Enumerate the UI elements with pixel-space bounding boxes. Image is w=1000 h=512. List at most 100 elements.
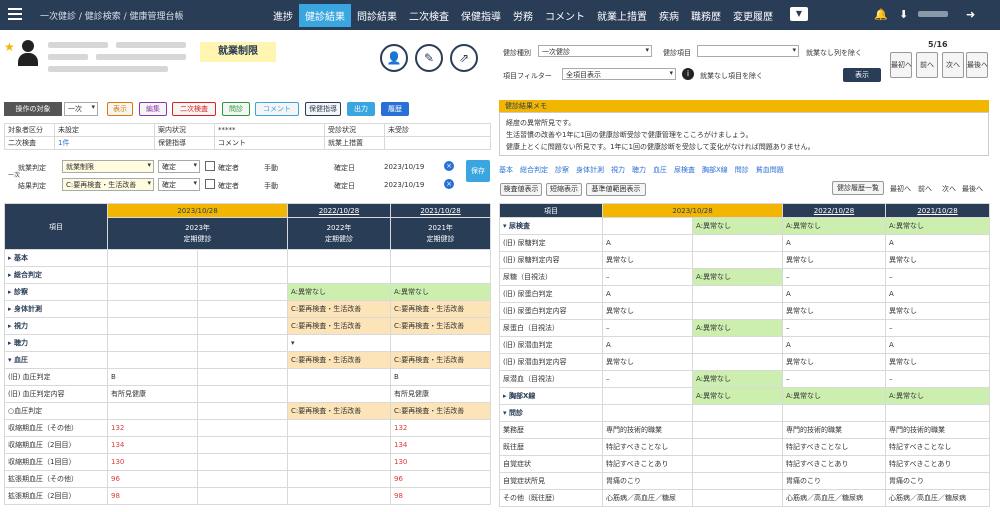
row-label[interactable]: (旧) 尿糖判定内容 xyxy=(499,251,603,269)
toolbar-view-button[interactable]: 表示 xyxy=(107,102,133,116)
confirm-date[interactable]: 2023/10/19 xyxy=(384,181,424,189)
toolbar-secondary-button[interactable]: 二次検査 xyxy=(172,102,216,116)
breadcrumb[interactable]: 一次健診 / 健診検索 / 健康管理台帳 xyxy=(40,9,184,22)
row-label[interactable]: ▸ 胸部X線 xyxy=(499,387,603,405)
nav-comment[interactable]: コメント xyxy=(539,4,591,27)
reference-range-button[interactable]: 基準値範囲表示 xyxy=(586,183,646,196)
toolbar-edit-button[interactable]: 編集 xyxy=(139,102,167,116)
row-label[interactable]: (旧) 尿蛋白判定内容 xyxy=(499,302,603,320)
item-link[interactable]: 視力 xyxy=(611,166,625,174)
row-label[interactable]: 自覚症状所見 xyxy=(499,472,603,490)
info-cell[interactable]: 未受診 xyxy=(384,123,491,137)
nav-progress[interactable]: 進捗 xyxy=(267,4,299,27)
open-external-icon[interactable]: ⇗ xyxy=(450,44,478,72)
date-header[interactable]: 2022/10/28 xyxy=(782,203,887,218)
table-last-link[interactable]: 最後へ xyxy=(962,184,983,194)
item-link[interactable]: 総合判定 xyxy=(520,166,548,174)
confirmer-checkbox[interactable] xyxy=(205,161,215,171)
result-judgement-select[interactable]: C:要再検査・生活改善 xyxy=(62,178,154,191)
favorite-star-icon[interactable]: ★ xyxy=(4,40,15,54)
nav-job-history[interactable]: 職務歴 xyxy=(685,4,727,27)
row-label[interactable]: ○血圧判定 xyxy=(4,402,108,420)
row-label[interactable]: (旧) 尿糖判定 xyxy=(499,234,603,252)
prev-button[interactable]: 前へ xyxy=(916,52,938,78)
item-link[interactable]: 聴力 xyxy=(632,166,646,174)
exam-history-button[interactable]: 健診履歴一覧 xyxy=(832,181,884,195)
row-label[interactable]: 収縮期血圧（1回目） xyxy=(4,453,108,471)
info-cell[interactable]: 未設定 xyxy=(54,123,155,137)
date-header[interactable]: 2023/10/28 xyxy=(601,203,784,218)
exam-category-select[interactable] xyxy=(697,45,799,57)
nav-interview[interactable]: 問診結果 xyxy=(351,4,403,27)
row-label[interactable]: (旧) 尿潜血判定内容 xyxy=(499,353,603,371)
row-label[interactable]: ▸ 聴力 xyxy=(4,334,108,352)
row-label[interactable]: 自覚症状 xyxy=(499,455,603,473)
date-header[interactable]: 2023/10/28 xyxy=(106,203,289,218)
bell-icon[interactable]: 🔔 xyxy=(874,8,888,21)
exclude-noitem-checkbox[interactable]: 就業なし項目を除く xyxy=(700,71,763,81)
first-button[interactable]: 最初へ xyxy=(890,52,912,78)
row-label[interactable]: ▸ 基本 xyxy=(4,249,108,267)
row-label[interactable]: その他（既往歴） xyxy=(499,489,603,507)
row-label[interactable]: ▸ 診察 xyxy=(4,283,108,301)
table-first-link[interactable]: 最初へ xyxy=(890,184,911,194)
row-label[interactable]: ▾ 血圧 xyxy=(4,351,108,369)
nav-health-guidance[interactable]: 保健指導 xyxy=(455,4,507,27)
toolbar-comment-button[interactable]: コメント xyxy=(255,102,299,116)
nav-labor[interactable]: 労務 xyxy=(507,4,539,27)
row-label[interactable]: (旧) 血圧判定内容 xyxy=(4,385,108,403)
toolbar-guidance-button[interactable]: 保健指導 xyxy=(305,102,341,116)
row-label[interactable]: ▾ 尿検査 xyxy=(499,217,603,235)
info-cell[interactable]: 1件 xyxy=(54,136,155,150)
show-button[interactable]: 表示 xyxy=(843,68,881,82)
toolbar-output-button[interactable]: 出力 xyxy=(347,102,375,116)
work-judgement-select[interactable]: 就業制限 xyxy=(62,160,154,173)
item-link[interactable]: 基本 xyxy=(499,166,513,174)
row-label[interactable]: 尿糖（目視法） xyxy=(499,268,603,286)
item-link[interactable]: 診察 xyxy=(555,166,569,174)
show-values-button[interactable]: 検査値表示 xyxy=(500,183,542,196)
user-name[interactable] xyxy=(918,11,948,17)
edit-icon[interactable]: ✎ xyxy=(415,44,443,72)
info-icon[interactable]: i xyxy=(682,68,694,80)
row-label[interactable]: (旧) 血圧判定 xyxy=(4,368,108,386)
download-icon[interactable]: ⬇ xyxy=(899,8,908,21)
row-label[interactable]: ▸ 視力 xyxy=(4,317,108,335)
table-next-link[interactable]: 次へ xyxy=(942,184,956,194)
nav-toggle-icon[interactable]: ▼ xyxy=(790,7,808,21)
result-status-select[interactable]: 確定 xyxy=(158,178,200,191)
confirmer-checkbox[interactable] xyxy=(205,179,215,189)
row-label[interactable]: 尿蛋白（目視法） xyxy=(499,319,603,337)
nav-exam-results[interactable]: 健診結果 xyxy=(299,4,351,27)
item-link[interactable]: 問診 xyxy=(735,166,749,174)
date-header[interactable]: 2021/10/28 xyxy=(390,203,492,218)
clear-date-icon[interactable]: × xyxy=(444,161,454,171)
row-label[interactable]: 収縮期血圧（2回目） xyxy=(4,436,108,454)
menu-icon[interactable] xyxy=(8,8,22,20)
nav-change-history[interactable]: 変更履歴 xyxy=(727,4,779,27)
table-prev-link[interactable]: 前へ xyxy=(918,184,932,194)
work-status-select[interactable]: 確定 xyxy=(158,160,200,173)
save-button[interactable]: 保存 xyxy=(466,160,490,182)
item-link[interactable]: 尿検査 xyxy=(674,166,695,174)
next-button[interactable]: 次へ xyxy=(942,52,964,78)
logout-icon[interactable]: ➜ xyxy=(966,8,975,21)
person-icon[interactable]: 👤 xyxy=(380,44,408,72)
row-label[interactable]: 収縮期血圧（その他） xyxy=(4,419,108,437)
item-link[interactable]: 血圧 xyxy=(653,166,667,174)
toolbar-interview-button[interactable]: 問診 xyxy=(222,102,250,116)
row-label[interactable]: ▾ 問診 xyxy=(499,404,603,422)
target-select[interactable]: 一次 xyxy=(64,102,98,116)
memo-body[interactable]: 経度の異常所見です。 生活習慣の改善や1年に1回の健康診断受診で健康管理をこころ… xyxy=(499,112,989,156)
row-label[interactable]: 尿潜血（目視法） xyxy=(499,370,603,388)
item-link[interactable]: 胸部X線 xyxy=(702,166,728,174)
memo-title[interactable]: 健診結果メモ xyxy=(499,100,989,112)
exclude-work-checkbox[interactable]: 就業なし列を除く xyxy=(806,48,862,58)
toolbar-history-button[interactable]: 履歴 xyxy=(381,102,409,116)
nav-work-measures[interactable]: 就業上措置 xyxy=(591,4,653,27)
row-label[interactable]: ▸ 身体計測 xyxy=(4,300,108,318)
confirm-date[interactable]: 2023/10/19 xyxy=(384,163,424,171)
row-label[interactable]: 拡張期血圧（その他） xyxy=(4,470,108,488)
short-display-button[interactable]: 短縮表示 xyxy=(546,183,582,196)
clear-date-icon[interactable]: × xyxy=(444,179,454,189)
